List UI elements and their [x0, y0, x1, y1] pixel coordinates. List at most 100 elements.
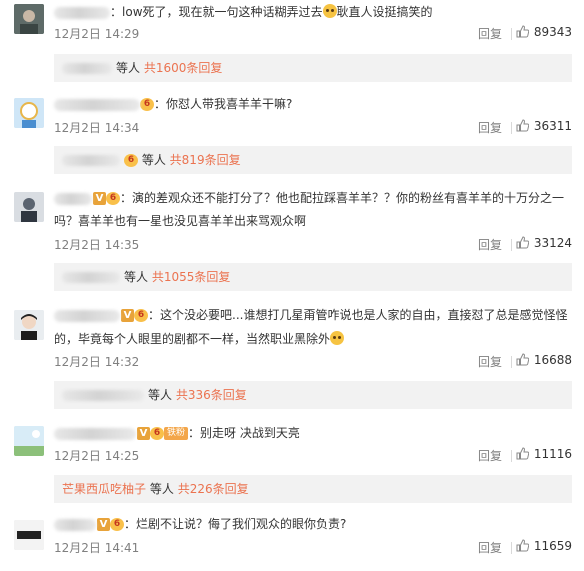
replier-name[interactable]: 芒果西瓜吃柚子 — [62, 482, 146, 496]
reply-button[interactable]: 回复 — [478, 25, 502, 42]
comment-text: 烂剧不让说？侮了我们观众的眼你负责? — [136, 517, 347, 531]
reply-button[interactable]: 回复 — [478, 119, 502, 136]
avatar-image — [14, 4, 44, 34]
fan-badge: 铁粉 — [164, 427, 189, 440]
like-button[interactable]: 89343 — [516, 25, 572, 39]
comment-body: V 6 ：演的差观众还不能打分了？他也配拉踩喜羊羊？？你的粉丝有喜羊羊的十万分之一 — [54, 188, 576, 208]
vip-badge-icon: V — [121, 309, 134, 322]
avatar-image — [14, 520, 44, 550]
reply-people: 等人 — [116, 61, 141, 75]
username-blurred[interactable] — [54, 309, 120, 322]
reply-button[interactable]: 回复 — [478, 236, 502, 253]
thumb-up-icon — [516, 236, 529, 249]
like-count: 89343 — [533, 25, 572, 39]
divider — [511, 542, 512, 554]
reply-button[interactable]: 回复 — [478, 353, 502, 370]
comment-text: low死了，现在就一句这种话糊弄过去 — [122, 5, 323, 19]
divider — [511, 122, 512, 134]
avatar[interactable] — [14, 98, 44, 128]
like-count: 11659 — [533, 539, 572, 553]
like-count: 36311 — [533, 119, 572, 133]
replier-blurred — [62, 63, 112, 74]
member-badge-icon: 6 — [124, 154, 138, 167]
thumb-up-icon — [516, 539, 529, 552]
comment-time: 12月2日 14:35 — [54, 238, 140, 252]
avatar[interactable] — [14, 426, 44, 456]
username-blurred[interactable] — [54, 192, 92, 205]
reply-count[interactable]: 共1055条回复 — [152, 270, 231, 284]
reply-summary[interactable]: 芒果西瓜吃柚子 等人 共226条回复 — [54, 475, 572, 503]
reply-count[interactable]: 共226条回复 — [178, 482, 249, 496]
thumb-up-icon — [516, 25, 529, 38]
reply-people: 等人 — [124, 270, 149, 284]
comment-text: 演的差观众还不能打分了？他也配拉踩喜羊羊？？你的粉丝有喜羊羊的十万分之一 — [132, 191, 565, 205]
reply-summary[interactable]: 等人 共1600条回复 — [54, 54, 572, 82]
vip-badge-icon: V — [93, 192, 106, 205]
avatar-image — [14, 98, 44, 128]
username-blurred[interactable] — [54, 518, 96, 531]
like-button[interactable]: 16688 — [516, 353, 572, 367]
colon: ： — [148, 308, 161, 322]
comment-body: V 6 铁粉 ：别走呀 决战到天亮 — [54, 423, 576, 443]
avatar[interactable] — [14, 4, 44, 34]
comment-text: 别走呀 决战到天亮 — [200, 426, 300, 440]
comment-body: 6 ：你怼人带我喜羊羊干嘛? — [54, 94, 576, 114]
like-count: 11116 — [533, 447, 572, 461]
reply-count[interactable]: 共1600条回复 — [144, 61, 223, 75]
like-button[interactable]: 33124 — [516, 236, 572, 250]
replier-blurred — [62, 390, 144, 401]
reply-summary[interactable]: 等人 共1055条回复 — [54, 263, 572, 291]
comment-time: 12月2日 14:34 — [54, 121, 140, 135]
reply-people: 等人 — [149, 482, 174, 496]
member-badge-icon: 6 — [140, 98, 154, 111]
member-badge-icon: 6 — [106, 192, 120, 205]
comment-time: 12月2日 14:41 — [54, 541, 140, 555]
reply-button[interactable]: 回复 — [478, 447, 502, 464]
avatar[interactable] — [14, 192, 44, 222]
laugh-emoji-icon — [330, 331, 345, 345]
avatar-image — [14, 192, 44, 222]
comment-time: 12月2日 14:25 — [54, 449, 140, 463]
reply-count[interactable]: 共336条回复 — [176, 388, 247, 402]
comment-time: 12月2日 14:29 — [54, 27, 140, 41]
avatar[interactable] — [14, 310, 44, 340]
like-count: 16688 — [533, 353, 572, 367]
colon: ： — [120, 191, 133, 205]
like-button[interactable]: 11116 — [516, 447, 572, 461]
avatar-image — [14, 310, 44, 340]
member-badge-icon: 6 — [110, 518, 124, 531]
comment-body-line2: 吗？喜羊羊也有一星也没见喜羊羊出来骂观众啊 — [54, 211, 576, 231]
comment-body: ：low死了，现在就一句这种话糊弄过去 耿直人设挺搞笑的 — [54, 2, 576, 22]
colon: ： — [154, 97, 167, 111]
comment-text-cont: 吗？喜羊羊也有一星也没见喜羊羊出来骂观众啊 — [54, 214, 307, 228]
vip-badge-icon: V — [97, 518, 110, 531]
username-blurred[interactable] — [54, 98, 140, 111]
avatar-image — [14, 426, 44, 456]
replier-blurred — [62, 272, 120, 283]
comment-body-line2: 的，毕竟每个人眼里的剧都不一样，当然职业黑除外 — [54, 329, 576, 349]
divider — [511, 28, 512, 40]
member-badge-icon: 6 — [150, 427, 164, 440]
reply-button[interactable]: 回复 — [478, 539, 502, 556]
reply-count[interactable]: 共819条回复 — [170, 153, 241, 167]
comment-time: 12月2日 14:32 — [54, 355, 140, 369]
divider — [511, 356, 512, 368]
reply-summary[interactable]: 6 等人 共819条回复 — [54, 146, 572, 174]
comment-text: 这个没必要吧...谁想打几星甭管咋说也是人家的自由，直接怼了总是感觉怪怪 — [160, 308, 568, 322]
member-badge-icon: 6 — [134, 309, 148, 322]
like-button[interactable]: 11659 — [516, 539, 572, 553]
comment-text-cont: 的，毕竟每个人眼里的剧都不一样，当然职业黑除外 — [54, 332, 331, 346]
username-blurred[interactable] — [54, 6, 110, 19]
vip-badge-icon: V — [137, 427, 150, 440]
like-button[interactable]: 36311 — [516, 119, 572, 133]
avatar[interactable] — [14, 520, 44, 550]
divider — [511, 239, 512, 251]
reply-summary[interactable]: 等人 共336条回复 — [54, 381, 572, 409]
laugh-emoji-icon — [322, 4, 337, 18]
colon: ： — [188, 426, 201, 440]
comment-text-cont: 耿直人设挺搞笑的 — [336, 5, 433, 19]
colon: ： — [124, 517, 137, 531]
thumb-up-icon — [516, 353, 529, 366]
username-blurred[interactable] — [54, 427, 136, 440]
reply-people: 等人 — [148, 388, 173, 402]
